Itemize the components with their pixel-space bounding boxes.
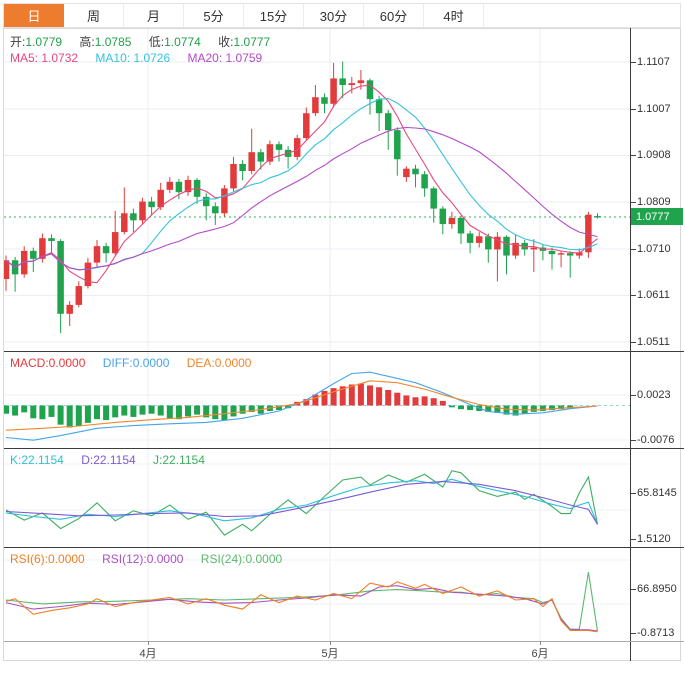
price-axis-label: 1.0908 bbox=[637, 149, 671, 161]
price-and-indicator-plot[interactable] bbox=[4, 29, 630, 641]
x-axis-baseline bbox=[4, 641, 684, 642]
month-label-april: 4月 bbox=[139, 645, 156, 661]
tab-30min[interactable]: 30分 bbox=[304, 4, 364, 27]
rsi24-value: 0.0000 bbox=[245, 552, 282, 566]
ma10-value: 1.0726 bbox=[133, 51, 170, 65]
low-label: 低: bbox=[149, 35, 164, 49]
tab-15min[interactable]: 15分 bbox=[244, 4, 304, 27]
low-value: 1.0774 bbox=[164, 35, 201, 49]
high-label: 高: bbox=[79, 35, 94, 49]
ma5-value: 1.0732 bbox=[41, 51, 78, 65]
high-value: 1.0785 bbox=[95, 35, 132, 49]
tab-60min[interactable]: 60分 bbox=[364, 4, 424, 27]
rsi12-label: RSI(12): bbox=[102, 552, 147, 566]
ma-readout: MA5: 1.0732 MA10: 1.0726 MA20: 1.0759 bbox=[10, 51, 276, 65]
j-value: 22.1154 bbox=[162, 453, 205, 467]
open-label: 开: bbox=[10, 35, 25, 49]
price-axis-label: 1.0511 bbox=[637, 336, 670, 348]
tabbar-filler bbox=[484, 4, 680, 27]
tab-week[interactable]: 周 bbox=[64, 4, 124, 27]
tab-day[interactable]: 日 bbox=[4, 4, 64, 27]
price-axis-label: 1.0809 bbox=[637, 196, 671, 208]
ma10-label: MA10: bbox=[95, 51, 130, 65]
tab-month[interactable]: 月 bbox=[124, 4, 184, 27]
price-axis-label: 1.0710 bbox=[637, 243, 671, 255]
d-label: D: bbox=[81, 453, 93, 467]
dea-value: 0.0000 bbox=[215, 356, 252, 370]
price-axis-line bbox=[630, 28, 631, 661]
rsi-axis-label: 66.8950 bbox=[637, 583, 677, 595]
rsi-axis-label: -0.8713 bbox=[637, 627, 674, 639]
panel-separator bbox=[4, 547, 684, 548]
j-label: J: bbox=[153, 453, 162, 467]
open-value: 1.0779 bbox=[25, 35, 62, 49]
d-value: 22.1154 bbox=[93, 453, 136, 467]
month-label-june: 6月 bbox=[531, 645, 548, 661]
kdj-readout: K:22.1154 D:22.1154 J:22.1154 bbox=[10, 453, 219, 467]
macd-label: MACD: bbox=[10, 356, 49, 370]
panel-separator bbox=[4, 448, 684, 449]
rsi24-label: RSI(24): bbox=[201, 552, 246, 566]
price-axis-label: 1.1107 bbox=[637, 56, 670, 68]
close-value: 1.0777 bbox=[234, 35, 271, 49]
price-axis-label: 1.1007 bbox=[637, 103, 671, 115]
ma20-label: MA20: bbox=[187, 51, 222, 65]
macd-value: 0.0000 bbox=[49, 356, 86, 370]
month-label-may: 5月 bbox=[321, 645, 338, 661]
tab-5min[interactable]: 5分 bbox=[184, 4, 244, 27]
macd-axis-label: 0.0023 bbox=[637, 389, 671, 401]
rsi6-value: 0.0000 bbox=[48, 552, 85, 566]
kdj-axis-label: 65.8145 bbox=[637, 487, 677, 499]
k-value: 22.1154 bbox=[21, 453, 64, 467]
close-label: 收: bbox=[218, 35, 233, 49]
rsi6-label: RSI(6): bbox=[10, 552, 48, 566]
k-label: K: bbox=[10, 453, 21, 467]
dea-label: DEA: bbox=[187, 356, 215, 370]
tab-4hour[interactable]: 4时 bbox=[424, 4, 484, 27]
rsi-readout: RSI(6):0.0000 RSI(12):0.0000 RSI(24):0.0… bbox=[10, 552, 296, 566]
current-price-badge: 1.0777 bbox=[631, 208, 683, 225]
macd-axis-label: -0.0076 bbox=[637, 434, 674, 446]
diff-value: 0.0000 bbox=[133, 356, 170, 370]
panel-separator bbox=[4, 351, 684, 352]
ma20-value: 1.0759 bbox=[226, 51, 263, 65]
price-axis-label: 1.0611 bbox=[637, 289, 670, 301]
macd-readout: MACD:0.0000 DIFF:0.0000 DEA:0.0000 bbox=[10, 356, 265, 370]
timeframe-tabbar: 日 周 月 5分 15分 30分 60分 4时 bbox=[3, 3, 681, 28]
rsi12-value: 0.0000 bbox=[147, 552, 184, 566]
kdj-axis-label: 1.5120 bbox=[637, 533, 671, 545]
diff-label: DIFF: bbox=[103, 356, 133, 370]
ma5-label: MA5: bbox=[10, 51, 38, 65]
ohlc-readout: 开:1.0779 高:1.0785 低:1.0774 收:1.0777 bbox=[10, 35, 284, 49]
